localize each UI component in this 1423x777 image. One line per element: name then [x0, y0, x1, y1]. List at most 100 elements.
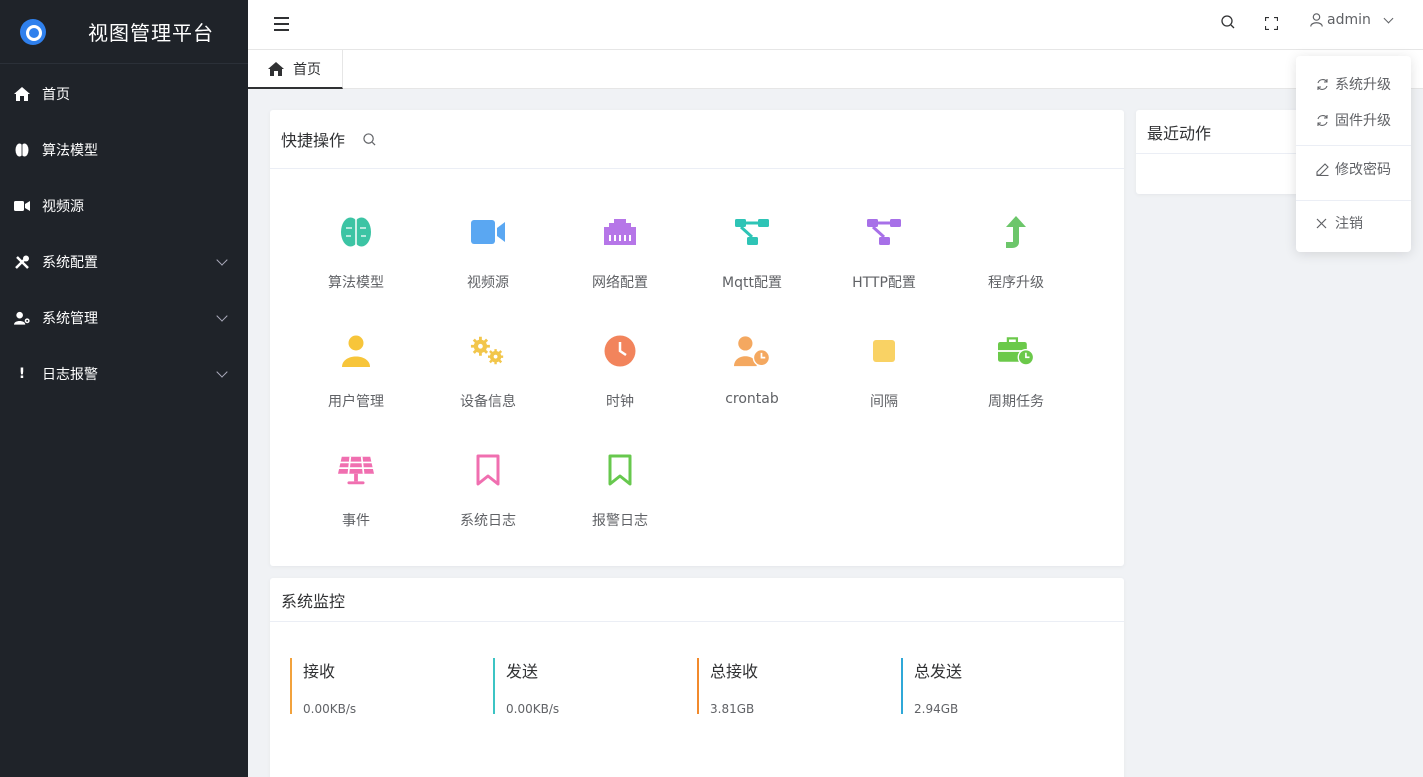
- quick-item-event[interactable]: 事件: [290, 438, 422, 538]
- monitor-label: 发送: [506, 662, 539, 681]
- menu-item-label: 修改密码: [1335, 162, 1391, 178]
- app-title: 视图管理平台: [88, 21, 214, 45]
- username: admin: [1327, 12, 1371, 28]
- monitor-send: 发送 0.00KB/s: [493, 658, 560, 716]
- quick-item-network[interactable]: 网络配置: [554, 200, 686, 300]
- tab-bar: 首页: [248, 50, 1423, 89]
- brain-icon: [14, 142, 30, 158]
- card-title: 最近动作: [1147, 123, 1212, 143]
- recent-actions-card: 最近动作: [1136, 110, 1316, 194]
- quick-item-label: 用户管理: [328, 394, 384, 410]
- briefcase-clock-icon: [998, 333, 1034, 369]
- menu-item-firmware-upgrade[interactable]: 固件升级: [1296, 104, 1411, 136]
- quick-item-label: 间隔: [870, 394, 898, 410]
- card-header: 系统监控: [270, 578, 1124, 622]
- sidebar-item-label: 首页: [42, 87, 70, 103]
- menu-item-system-upgrade[interactable]: 系统升级: [1296, 68, 1411, 100]
- divider: [1296, 200, 1411, 201]
- quick-item-label: 网络配置: [592, 275, 648, 291]
- monitor-label: 接收: [303, 662, 336, 681]
- chevron-down-icon: [216, 366, 228, 378]
- home-icon: [14, 86, 30, 102]
- quick-item-http[interactable]: HTTP配置: [818, 200, 950, 300]
- edit-icon: [1316, 162, 1329, 176]
- sidebar: 视图管理平台 首页 算法模型 视频源 系统配置 系统管理 ! 日志报警: [0, 0, 248, 777]
- monitor-total-receive: 总接收 3.81GB: [697, 658, 759, 716]
- quick-item-label: 报警日志: [592, 513, 648, 529]
- bookmark-icon: [602, 452, 638, 488]
- monitor-total-send: 总发送 2.94GB: [901, 658, 962, 716]
- video-icon: [470, 214, 506, 250]
- quick-item-video[interactable]: 视频源: [422, 200, 554, 300]
- fullscreen-icon[interactable]: [1264, 15, 1279, 31]
- user-icon: [338, 333, 374, 369]
- quick-item-label: Mqtt配置: [722, 275, 782, 291]
- quick-item-clock[interactable]: 时钟: [554, 319, 686, 419]
- sidebar-item-system-config[interactable]: 系统配置: [0, 234, 248, 290]
- quick-item-label: 周期任务: [988, 394, 1044, 410]
- quick-item-periodic[interactable]: 周期任务: [950, 319, 1082, 419]
- quick-actions-card: 快捷操作 算法模型 视频源 网络配置 Mqtt配置 HTTP配置 程序升级 用户…: [270, 110, 1124, 566]
- refresh-icon: [1316, 114, 1329, 127]
- system-monitor-card: 系统监控 接收 0.00KB/s 发送 0.00KB/s 总接收 3.81GB …: [270, 578, 1124, 777]
- menu-item-label: 固件升级: [1335, 113, 1391, 129]
- quick-item-label: 算法模型: [328, 275, 384, 291]
- video-icon: [14, 198, 30, 214]
- chevron-down-icon: [216, 254, 228, 266]
- monitor-value: 0.00KB/s: [506, 702, 560, 716]
- sitemap-icon: [734, 214, 770, 250]
- refresh-icon: [1316, 78, 1329, 91]
- menu-toggle-icon[interactable]: [274, 17, 289, 31]
- monitor-label: 总接收: [710, 662, 759, 681]
- quick-item-mqtt[interactable]: Mqtt配置: [686, 200, 818, 300]
- brand: 视图管理平台: [0, 0, 248, 64]
- brain-icon: [338, 214, 374, 250]
- square-icon: [866, 333, 902, 369]
- sidebar-item-label: 算法模型: [42, 143, 98, 159]
- sidebar-item-label: 视频源: [42, 199, 84, 215]
- quick-item-label: 时钟: [606, 394, 634, 410]
- clock-icon: [602, 333, 638, 369]
- sidebar-item-label: 系统管理: [42, 311, 98, 327]
- search-icon[interactable]: [1221, 14, 1235, 29]
- monitor-receive: 接收 0.00KB/s: [290, 658, 357, 716]
- quick-item-upgrade[interactable]: 程序升级: [950, 200, 1082, 300]
- exclamation-icon: !: [18, 366, 26, 382]
- bookmark-icon: [470, 452, 506, 488]
- sidebar-item-home[interactable]: 首页: [0, 66, 248, 122]
- quick-item-alarm-log[interactable]: 报警日志: [554, 438, 686, 538]
- sidebar-item-algorithm[interactable]: 算法模型: [0, 122, 248, 178]
- sidebar-menu: 首页 算法模型 视频源 系统配置 系统管理 ! 日志报警: [0, 66, 248, 402]
- top-header: admin: [248, 0, 1423, 50]
- quick-item-label: 设备信息: [460, 394, 516, 410]
- quick-item-interval[interactable]: 间隔: [818, 319, 950, 419]
- quick-item-label: crontab: [725, 391, 779, 407]
- quick-item-crontab[interactable]: crontab: [686, 319, 818, 419]
- card-header: 最近动作: [1136, 110, 1316, 154]
- card-title: 系统监控: [281, 591, 346, 611]
- sidebar-item-video[interactable]: 视频源: [0, 178, 248, 234]
- quick-item-label: HTTP配置: [852, 275, 916, 291]
- menu-item-logout[interactable]: 注销: [1296, 207, 1411, 239]
- sidebar-item-logs[interactable]: ! 日志报警: [0, 346, 248, 402]
- monitor-value: 2.94GB: [914, 702, 959, 716]
- sidebar-item-label: 系统配置: [42, 255, 98, 271]
- user-clock-icon: [734, 333, 770, 369]
- close-icon: [1316, 217, 1329, 230]
- quick-item-label: 事件: [342, 513, 370, 529]
- quick-item-algorithm[interactable]: 算法模型: [290, 200, 422, 300]
- quick-item-device[interactable]: 设备信息: [422, 319, 554, 419]
- tools-icon: [14, 254, 30, 270]
- quick-item-system-log[interactable]: 系统日志: [422, 438, 554, 538]
- menu-item-change-password[interactable]: 修改密码: [1296, 153, 1411, 185]
- quick-item-users[interactable]: 用户管理: [290, 319, 422, 419]
- monitor-value: 0.00KB/s: [303, 702, 357, 716]
- home-icon: [268, 61, 284, 76]
- search-icon[interactable]: [363, 132, 376, 146]
- tab-home[interactable]: 首页: [248, 50, 343, 89]
- user-menu[interactable]: admin: [1310, 12, 1394, 28]
- quick-item-label: 视频源: [467, 275, 509, 291]
- level-up-icon: [998, 214, 1034, 250]
- sidebar-item-system-manage[interactable]: 系统管理: [0, 290, 248, 346]
- menu-item-label: 系统升级: [1335, 77, 1391, 93]
